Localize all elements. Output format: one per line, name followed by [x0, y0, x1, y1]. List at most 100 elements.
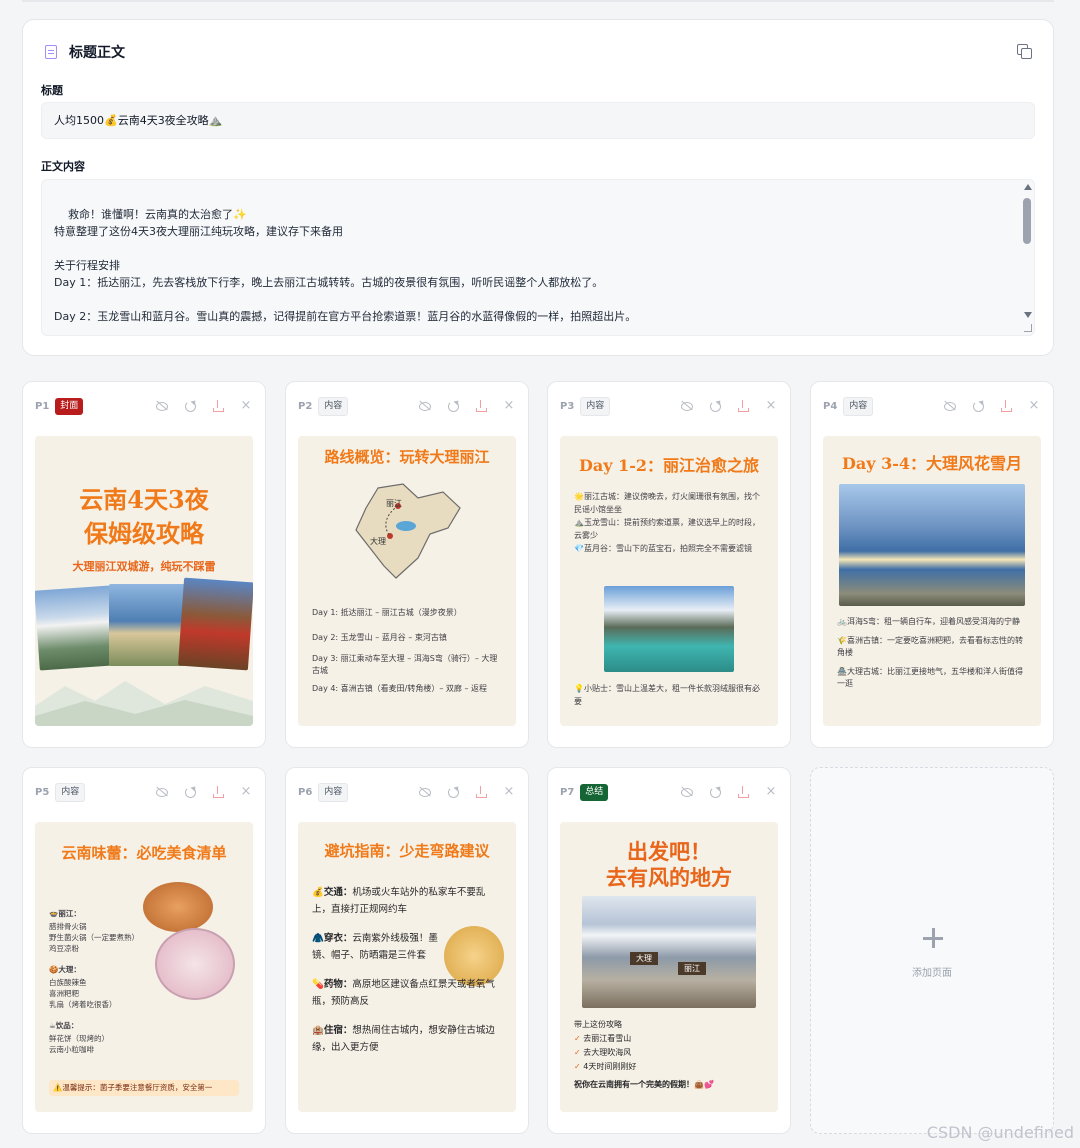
resize-grip-icon[interactable]	[1024, 324, 1032, 332]
page-body: 🌟丽江古城：建议傍晚去，灯火阑珊很有氛围，找个民谣小馆坐坐 ⛰️玉龙雪山：提前预…	[574, 490, 764, 555]
check-icon: ✓	[574, 1062, 584, 1071]
add-page-label: 添加页面	[912, 968, 952, 979]
page-type-badge: 总结	[580, 783, 609, 801]
close-icon[interactable]: ×	[502, 785, 516, 799]
regenerate-icon[interactable]	[708, 399, 722, 413]
food-item: 喜洲粑粑	[49, 989, 79, 998]
card-header: P2 内容 ×	[298, 396, 516, 416]
download-icon[interactable]	[474, 399, 488, 413]
page-number: P5	[35, 786, 50, 798]
signpost-photo	[582, 896, 756, 1008]
body-scrollbar[interactable]	[1022, 184, 1032, 332]
download-icon[interactable]	[736, 399, 750, 413]
hide-icon[interactable]	[943, 399, 957, 413]
tip-item: 🧥穿衣：云南紫外线极强！墨镜、帽子、防晒霜是三件套	[312, 930, 502, 964]
hide-icon[interactable]	[418, 785, 432, 799]
card-tools: ×	[943, 399, 1041, 413]
download-icon[interactable]	[474, 785, 488, 799]
card-tools: ×	[155, 399, 253, 413]
download-icon[interactable]	[999, 399, 1013, 413]
scroll-thumb[interactable]	[1023, 198, 1031, 244]
close-icon[interactable]: ×	[502, 399, 516, 413]
page-thumbnail[interactable]: 避坑指南：少走弯路建议 💰交通：机场或火车站外的私家车不要乱上，直接打正规网约车…	[298, 822, 516, 1112]
body-textarea[interactable]: 救命！谁懂啊！云南真的太治愈了✨ 特意整理了这份4天3夜大理丽江纯玩攻略，建议存…	[41, 179, 1035, 336]
body-line: 🏯大理古城：比丽江更接地气，五华楼和洋人街值得一逛	[837, 667, 1023, 688]
page-title: 云南味蕾：必吃美食清单	[61, 844, 227, 862]
page-card-p5[interactable]: P5 内容 × 云南味蕾：必吃美食清单 🍲丽江： 腊排骨火锅 野生菌火锅（一定要…	[22, 767, 266, 1134]
page-thumbnail[interactable]: 云南味蕾：必吃美食清单 🍲丽江： 腊排骨火锅 野生菌火锅（一定要煮熟） 鸡豆凉粉…	[35, 822, 253, 1112]
panel-title: 标题正文	[69, 45, 125, 61]
scroll-down-arrow-icon[interactable]	[1024, 312, 1032, 318]
add-page-button[interactable]: 添加页面	[810, 767, 1054, 1134]
route-list: Day 1: 抵达丽江 – 丽江古城（漫步夜景） Day 2: 玉龙雪山 – 蓝…	[312, 600, 502, 698]
summary-outro: 祝你在云南拥有一个完美的假期！👜💕	[574, 1080, 714, 1089]
scroll-up-arrow-icon[interactable]	[1024, 184, 1032, 190]
yunnan-map	[355, 483, 461, 579]
cover-subtitle: 大理丽江双城游，纯玩不踩雷	[72, 560, 216, 573]
page-type-badge: 内容	[580, 396, 611, 416]
download-icon[interactable]	[211, 399, 225, 413]
title-input[interactable]: 人均1500💰云南4天3夜全攻略⛰️	[41, 102, 1035, 139]
tip-key: 💊药物：	[312, 979, 353, 990]
close-icon[interactable]: ×	[764, 399, 778, 413]
food-item: 云南小粒咖啡	[49, 1045, 94, 1054]
regenerate-icon[interactable]	[708, 785, 722, 799]
food-section-head: ☕饮品：	[49, 1021, 79, 1030]
page-card-p2[interactable]: P2 内容 × 路线概览：玩转大理丽江 丽江 大理 Day 1: 抵达丽江 – …	[285, 381, 529, 748]
food-item: 鸡豆凉粉	[49, 944, 79, 953]
body-line: 🚲洱海S弯：租一辆自行车，迎着风感受洱海的宁静	[837, 617, 1021, 626]
page-card-p3[interactable]: P3 内容 × Day 1-2：丽江治愈之旅 🌟丽江古城：建议傍晚去，灯火阑珊很…	[547, 381, 791, 748]
page-type-badge: 内容	[318, 396, 349, 416]
page-thumbnail[interactable]: Day 1-2：丽江治愈之旅 🌟丽江古城：建议傍晚去，灯火阑珊很有氛围，找个民谣…	[560, 436, 778, 726]
route-day-3: Day 3: 丽江乘动车至大理 – 洱海S弯（骑行）– 大理古城	[312, 654, 498, 675]
erhai-cycling-photo	[839, 484, 1025, 606]
download-icon[interactable]	[211, 785, 225, 799]
page-thumbnail[interactable]: 云南4天3夜 保姆级攻略 大理丽江双城游，纯玩不踩雷	[35, 436, 253, 726]
copy-icon[interactable]	[1017, 44, 1032, 59]
hide-icon[interactable]	[680, 399, 694, 413]
page-body: 🚲洱海S弯：租一辆自行车，迎着风感受洱海的宁静 🌾喜洲古镇：一定要吃喜洲粑粑，去…	[837, 616, 1027, 690]
hide-icon[interactable]	[155, 399, 169, 413]
check-item: ✓ 去大理吹海风	[574, 1048, 632, 1057]
title-body-panel: 标题正文 标题 人均1500💰云南4天3夜全攻略⛰️ 正文内容 救命！谁懂啊！云…	[22, 19, 1054, 356]
regenerate-icon[interactable]	[183, 399, 197, 413]
hide-icon[interactable]	[680, 785, 694, 799]
close-icon[interactable]: ×	[764, 785, 778, 799]
page-thumbnail[interactable]: Day 3-4：大理风花雪月 🚲洱海S弯：租一辆自行车，迎着风感受洱海的宁静 🌾…	[823, 436, 1041, 726]
card-tools: ×	[155, 785, 253, 799]
map-label-lijiang: 丽江	[386, 499, 402, 508]
close-icon[interactable]: ×	[239, 785, 253, 799]
page-card-p7[interactable]: P7 总结 × 出发吧！ 去有风的地方 大理 丽江 带上这份攻略 ✓ 去丽江看雪…	[547, 767, 791, 1134]
page-number: P7	[560, 786, 575, 798]
title-label: 标题	[41, 84, 63, 97]
route-day-1: Day 1: 抵达丽江 – 丽江古城（漫步夜景）	[312, 608, 462, 617]
regenerate-icon[interactable]	[446, 785, 460, 799]
card-header: P1 封面 ×	[35, 396, 253, 416]
route-day-2: Day 2: 玉龙雪山 – 蓝月谷 – 束河古镇	[312, 633, 447, 642]
summary-intro: 带上这份攻略	[574, 1020, 622, 1029]
page-title: Day 1-2：丽江治愈之旅	[578, 456, 760, 475]
tip-text: 💡小贴士：雪山上温差大，租一件长款羽绒服很有必要	[574, 684, 760, 706]
hide-icon[interactable]	[155, 785, 169, 799]
food-section-head: 🍲丽江：	[49, 909, 81, 918]
page-card-p6[interactable]: P6 内容 × 避坑指南：少走弯路建议 💰交通：机场或火车站外的私家车不要乱上，…	[285, 767, 529, 1134]
download-icon[interactable]	[736, 785, 750, 799]
page-type-badge: 内容	[55, 782, 86, 802]
body-label: 正文内容	[41, 160, 85, 173]
page-number: P4	[823, 400, 838, 412]
page-card-p4[interactable]: P4 内容 × Day 3-4：大理风花雪月 🚲洱海S弯：租一辆自行车，迎着风感…	[810, 381, 1054, 748]
card-tools: ×	[680, 399, 778, 413]
regenerate-icon[interactable]	[183, 785, 197, 799]
page-thumbnail[interactable]: 路线概览：玩转大理丽江 丽江 大理 Day 1: 抵达丽江 – 丽江古城（漫步夜…	[298, 436, 516, 726]
tips-list: 💰交通：机场或火车站外的私家车不要乱上，直接打正规网约车 🧥穿衣：云南紫外线极强…	[312, 884, 502, 1056]
regenerate-icon[interactable]	[446, 399, 460, 413]
close-icon[interactable]: ×	[1027, 399, 1041, 413]
close-icon[interactable]: ×	[239, 399, 253, 413]
page-type-badge: 内容	[318, 782, 349, 802]
hide-icon[interactable]	[418, 399, 432, 413]
page-card-p1[interactable]: P1 封面 × 云南4天3夜 保姆级攻略 大理丽江双城游，纯玩不踩雷	[22, 381, 266, 748]
page-number: P1	[35, 400, 50, 412]
tip-key: 🧥穿衣：	[312, 933, 353, 944]
page-thumbnail[interactable]: 出发吧！ 去有风的地方 大理 丽江 带上这份攻略 ✓ 去丽江看雪山 ✓ 去大理吹…	[560, 822, 778, 1112]
regenerate-icon[interactable]	[971, 399, 985, 413]
